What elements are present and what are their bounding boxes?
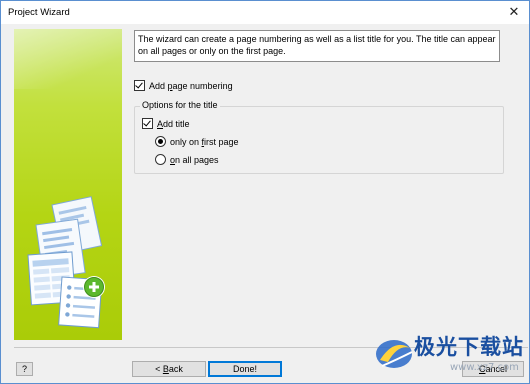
documents-add-illustration-icon: [27, 196, 105, 329]
wizard-description: The wizard can create a page numbering a…: [134, 30, 500, 62]
wizard-side-panel: [14, 29, 122, 340]
checkbox-checked-icon[interactable]: [134, 80, 145, 92]
radio-first-page-label: only on first page: [170, 136, 239, 147]
help-icon: ?: [21, 364, 27, 374]
add-page-numbering-label: Add page numbering: [149, 80, 233, 91]
options-group-label: Options for the title: [140, 100, 220, 110]
checkbox-checked-icon[interactable]: [142, 118, 153, 130]
help-button[interactable]: ?: [16, 362, 33, 376]
done-button[interactable]: Done!: [208, 361, 282, 377]
radio-on-all-pages[interactable]: on all pages: [155, 154, 219, 166]
watermark-url: www.xz7.com: [450, 362, 519, 373]
title-bar: Project Wizard ✕: [1, 1, 529, 24]
watermark-text: 极光下载站: [414, 335, 524, 359]
add-title-checkbox[interactable]: Add title: [142, 118, 190, 130]
back-button[interactable]: < Back: [132, 361, 206, 377]
radio-unselected-icon[interactable]: [155, 154, 166, 166]
radio-all-pages-label: on all pages: [170, 154, 219, 165]
close-icon[interactable]: ✕: [499, 1, 529, 24]
window-title: Project Wizard: [8, 7, 70, 18]
radio-only-first-page[interactable]: only on first page: [155, 136, 239, 148]
add-page-numbering-checkbox[interactable]: Add page numbering: [134, 80, 233, 92]
add-title-label: Add title: [157, 118, 190, 129]
radio-selected-icon[interactable]: [155, 136, 166, 148]
